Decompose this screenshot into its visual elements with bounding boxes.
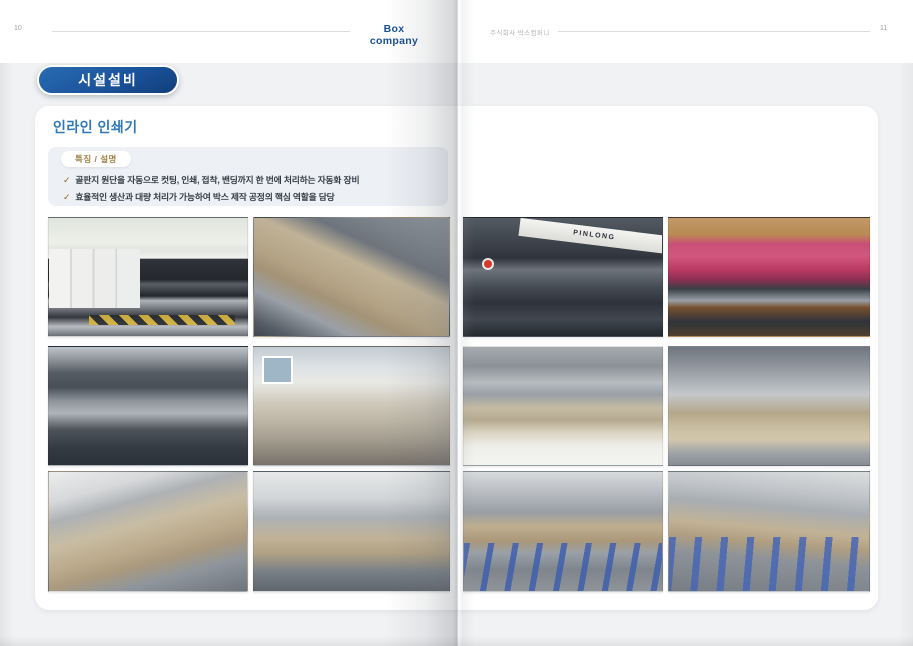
photo-strapping-belts <box>463 471 663 592</box>
page-number-left: 10 <box>14 25 22 32</box>
page-edge-bottom <box>0 636 913 646</box>
header-rule-right <box>558 31 870 32</box>
photo-folder-gluer-room <box>253 346 450 466</box>
machine-brand-beam: PINLONG <box>519 218 663 254</box>
page-number-right: 11 <box>880 25 887 32</box>
photo-feeder-unit <box>253 471 450 592</box>
page-edge-left <box>0 63 14 646</box>
header-rule-left <box>52 31 350 32</box>
photo-bundled-boxes <box>463 346 663 466</box>
photo-corrugated-closeup <box>253 217 450 337</box>
company-name: 주식회사 박스컴퍼니 <box>490 27 550 37</box>
brochure-spread: 10 Box company 주식회사 박스컴퍼니 11 시설설비 인라인 인쇄… <box>0 0 913 646</box>
brand-logo: Box company <box>358 23 430 47</box>
photo-conveyor-frame <box>48 346 248 466</box>
feature-item-text: 효율적인 생산과 대량 처리가 가능하여 박스 제작 공정의 핵심 역할을 담당 <box>75 192 334 202</box>
photo-stacker-output <box>668 346 870 466</box>
photo-belt-conveyor <box>668 471 870 592</box>
feature-item: ✓ 골판지 원단을 자동으로 컷팅, 인쇄, 접착, 밴딩까지 한 번에 처리하는… <box>63 172 440 189</box>
section-title: 인라인 인쇄기 <box>53 117 138 137</box>
feature-item: ✓ 효율적인 생산과 대량 처리가 가능하여 박스 제작 공정의 핵심 역할을 담… <box>63 189 440 206</box>
photo-control-panel: PINLONG <box>463 217 663 337</box>
machine-brand-label: PINLONG <box>573 230 616 242</box>
feature-list: ✓ 골판지 원단을 자동으로 컷팅, 인쇄, 접착, 밴딩까지 한 번에 처리하는… <box>63 172 440 206</box>
feature-box-label: 특징 / 설명 <box>61 151 131 167</box>
photo-inline-printer-overview <box>48 217 248 337</box>
check-icon: ✓ <box>63 175 70 185</box>
page-edge-right <box>899 63 913 646</box>
feature-item-text: 골판지 원단을 자동으로 컷팅, 인쇄, 접착, 밴딩까지 한 번에 처리하는 … <box>75 175 359 185</box>
section-badge-label: 시설설비 <box>78 70 138 90</box>
photo-sheet-stack <box>48 471 248 592</box>
emergency-stop-icon <box>484 260 492 268</box>
check-icon: ✓ <box>63 192 70 202</box>
photo-print-roller <box>668 217 870 337</box>
section-badge: 시설설비 <box>37 65 179 95</box>
feature-box: 특징 / 설명 ✓ 골판지 원단을 자동으로 컷팅, 인쇄, 접착, 밴딩까지 한… <box>48 147 448 206</box>
